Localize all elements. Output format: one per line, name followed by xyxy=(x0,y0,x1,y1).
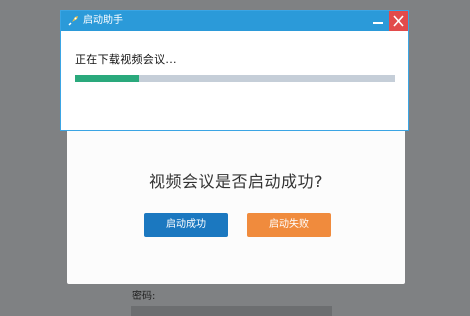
download-progress-fill xyxy=(75,75,139,82)
minimize-button[interactable] xyxy=(368,11,388,31)
launch-success-button[interactable]: 启动成功 xyxy=(144,213,228,237)
download-progress-bar xyxy=(75,75,395,82)
password-field[interactable] xyxy=(131,306,332,316)
close-button[interactable] xyxy=(389,11,408,31)
password-label: 密码: xyxy=(132,291,156,302)
download-status: 正在下载视频会议... xyxy=(75,53,177,66)
rocket-icon xyxy=(68,16,78,26)
confirm-question: 视频会议是否启动成功? xyxy=(149,172,323,191)
launch-helper-window: 启动助手 正在下载视频会议... xyxy=(60,10,409,131)
window-title: 启动助手 xyxy=(83,15,123,26)
title-bar[interactable]: 启动助手 xyxy=(61,11,408,31)
confirm-dialog: 视频会议是否启动成功? 启动成功 启动失败 xyxy=(67,128,405,284)
launch-failed-button[interactable]: 启动失败 xyxy=(247,213,331,237)
close-icon xyxy=(393,15,404,27)
